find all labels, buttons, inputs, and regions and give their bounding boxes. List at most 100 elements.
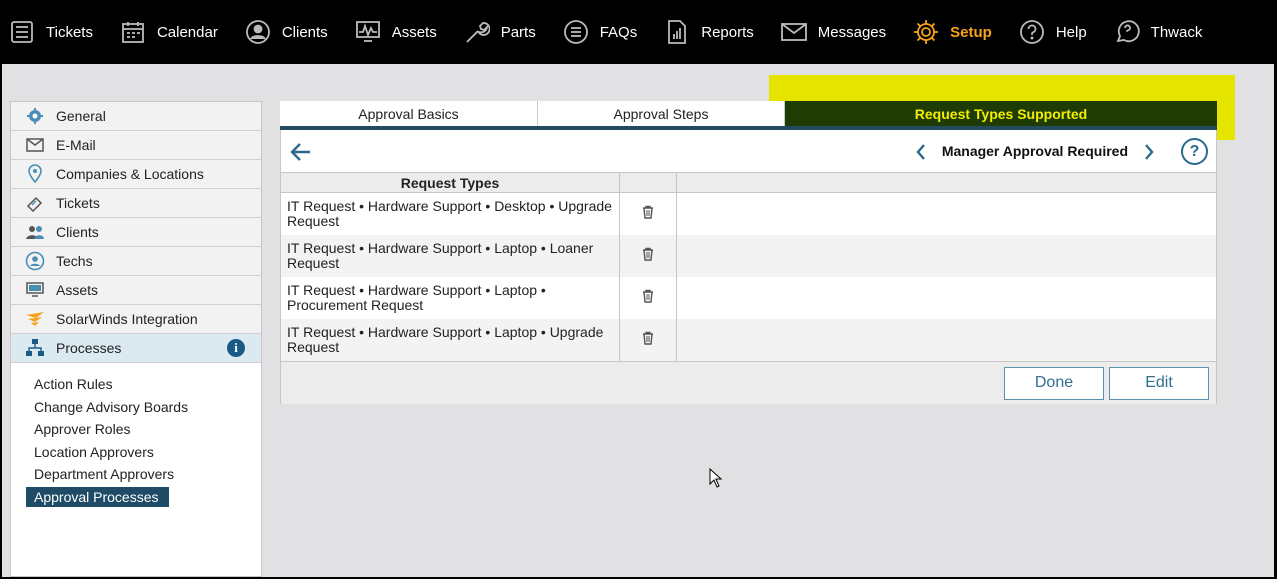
- nav-assets[interactable]: Assets: [354, 0, 437, 64]
- nav-parts[interactable]: Parts: [463, 0, 536, 64]
- step-title: Manager Approval Required: [941, 143, 1128, 159]
- subnav-change-advisory-boards[interactable]: Change Advisory Boards: [26, 396, 198, 419]
- trash-icon[interactable]: [641, 331, 655, 345]
- nav-label: Parts: [500, 23, 536, 41]
- request-type-cell: IT Request • Hardware Support • Laptop •…: [280, 276, 620, 319]
- sidebar-item-label: Clients: [56, 224, 99, 240]
- column-header-request-types: Request Types: [280, 172, 620, 193]
- nav-setup[interactable]: Setup: [912, 0, 992, 64]
- solarwinds-icon: [25, 309, 45, 329]
- column-header-actions: [619, 172, 677, 193]
- subnav-department-approvers[interactable]: Department Approvers: [26, 463, 184, 486]
- sidebar-item-techs[interactable]: Techs: [11, 247, 261, 276]
- sidebar-item-solarwinds-integration[interactable]: SolarWinds Integration: [11, 305, 261, 334]
- request-type-cell: IT Request • Hardware Support • Laptop •…: [280, 234, 620, 277]
- top-nav: Tickets Calendar Clients Assets Parts FA…: [0, 0, 1277, 64]
- panel-header: Manager Approval Required ?: [281, 130, 1216, 172]
- report-icon: [663, 18, 691, 46]
- nav-help[interactable]: Help: [1018, 0, 1087, 64]
- chat-icon: [1113, 18, 1141, 46]
- request-type-cell: IT Request • Hardware Support • Desktop …: [280, 192, 620, 235]
- done-button[interactable]: Done: [1004, 366, 1104, 400]
- nav-label: Thwack: [1150, 23, 1203, 41]
- page-body: General E-Mail Companies & Locations Tic…: [2, 64, 1274, 577]
- sidebar-item-tickets[interactable]: Tickets: [11, 189, 261, 218]
- subnav-approval-processes[interactable]: Approval Processes: [26, 486, 169, 507]
- processes-subnav: Action Rules Change Advisory Boards Appr…: [11, 363, 261, 507]
- tab-request-types-supported[interactable]: Request Types Supported: [785, 101, 1217, 126]
- nav-label: Setup: [950, 23, 992, 41]
- sidebar-item-general[interactable]: General: [11, 102, 261, 131]
- list-icon: [8, 18, 36, 46]
- envelope-icon: [780, 18, 808, 46]
- sidebar-item-label: Techs: [56, 253, 93, 269]
- gear-icon: [25, 106, 45, 126]
- chevron-right-icon[interactable]: [1142, 142, 1156, 162]
- table-row: IT Request • Hardware Support • Laptop •…: [280, 234, 1217, 277]
- edit-button[interactable]: Edit: [1109, 366, 1209, 400]
- nav-label: Tickets: [46, 23, 93, 41]
- sidebar-item-companies-locations[interactable]: Companies & Locations: [11, 160, 261, 189]
- main-panel: Manager Approval Required ? Request Type…: [280, 130, 1217, 404]
- gear-icon: [912, 18, 940, 46]
- nav-label: Messages: [817, 23, 887, 41]
- nav-faqs[interactable]: FAQs: [562, 0, 638, 64]
- sidebar-item-label: Assets: [56, 282, 99, 298]
- subnav-action-rules[interactable]: Action Rules: [26, 373, 123, 396]
- nav-reports[interactable]: Reports: [663, 0, 754, 64]
- trash-icon[interactable]: [641, 247, 655, 261]
- sidebar-item-label: General: [56, 108, 106, 124]
- mouse-cursor-icon: [709, 467, 723, 488]
- table-row: IT Request • Hardware Support • Laptop •…: [280, 318, 1217, 361]
- subnav-location-approvers[interactable]: Location Approvers: [26, 441, 164, 464]
- subnav-approver-roles[interactable]: Approver Roles: [26, 418, 141, 441]
- panel-footer: Done Edit: [281, 360, 1216, 404]
- trash-icon[interactable]: [641, 289, 655, 303]
- tab-approval-basics[interactable]: Approval Basics: [280, 101, 538, 126]
- help-icon[interactable]: ?: [1181, 138, 1208, 165]
- user-circle-icon: [244, 18, 272, 46]
- back-arrow-icon[interactable]: [289, 141, 313, 163]
- sidebar: General E-Mail Companies & Locations Tic…: [10, 101, 262, 577]
- tab-approval-steps[interactable]: Approval Steps: [538, 101, 785, 126]
- sidebar-item-clients[interactable]: Clients: [11, 218, 261, 247]
- envelope-icon: [25, 135, 45, 155]
- nav-clients[interactable]: Clients: [244, 0, 328, 64]
- nav-label: Reports: [701, 23, 754, 41]
- chevron-left-icon[interactable]: [914, 142, 928, 162]
- nav-label: Clients: [281, 23, 328, 41]
- user-circle-icon: [25, 251, 45, 271]
- sidebar-item-processes[interactable]: Processes i: [11, 334, 261, 363]
- nav-label: Help: [1055, 23, 1087, 41]
- calendar-icon: [119, 18, 147, 46]
- users-icon: [25, 222, 45, 242]
- nav-label: Assets: [391, 23, 437, 41]
- sidebar-item-label: Companies & Locations: [56, 166, 204, 182]
- tab-bar: Approval Basics Approval Steps Request T…: [280, 101, 1217, 126]
- nav-calendar[interactable]: Calendar: [119, 0, 218, 64]
- faq-list-icon: [562, 18, 590, 46]
- nav-tickets[interactable]: Tickets: [8, 0, 93, 64]
- monitor-icon: [354, 18, 382, 46]
- request-type-cell: IT Request • Hardware Support • Laptop •…: [280, 318, 620, 361]
- table-row: IT Request • Hardware Support • Desktop …: [280, 192, 1217, 235]
- monitor-icon: [25, 280, 45, 300]
- sidebar-item-label: SolarWinds Integration: [56, 311, 198, 327]
- sidebar-item-label: Tickets: [56, 195, 100, 211]
- request-types-table: Request Types IT Request • Hardware Supp…: [280, 172, 1217, 361]
- column-header-empty: [676, 172, 1217, 193]
- table-row: IT Request • Hardware Support • Laptop •…: [280, 276, 1217, 319]
- ticket-icon: [25, 193, 45, 213]
- nav-messages[interactable]: Messages: [780, 0, 886, 64]
- nav-label: FAQs: [599, 23, 638, 41]
- sidebar-item-label: Processes: [56, 340, 122, 356]
- trash-icon[interactable]: [641, 205, 655, 219]
- info-icon[interactable]: i: [227, 339, 245, 357]
- nav-thwack[interactable]: Thwack: [1113, 0, 1203, 64]
- wrench-icon: [463, 18, 491, 46]
- location-pin-icon: [25, 164, 45, 184]
- sidebar-item-assets[interactable]: Assets: [11, 276, 261, 305]
- help-circle-icon: [1018, 18, 1046, 46]
- sidebar-item-email[interactable]: E-Mail: [11, 131, 261, 160]
- sidebar-item-label: E-Mail: [56, 137, 96, 153]
